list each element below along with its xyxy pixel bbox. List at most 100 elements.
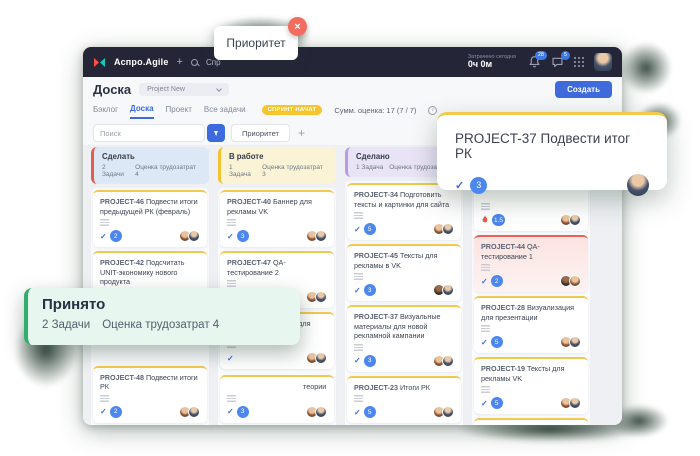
estimate-badge: 5	[364, 406, 376, 418]
estimate-badge: 2	[110, 230, 122, 242]
avatar	[442, 223, 454, 235]
page: Аспро.Agile + Спр Затрачено сегодня 0ч 0…	[0, 0, 700, 456]
filter-funnel-button[interactable]	[207, 124, 225, 142]
task-title: Итоги РК	[400, 383, 430, 392]
description-icon	[481, 264, 490, 271]
apps-grid-icon[interactable]	[574, 57, 584, 67]
task-card[interactable]: PROJECT-16Подвести итоги РК ✓	[474, 418, 588, 425]
checkmark-icon: ✓	[100, 407, 107, 416]
column-estimate: Оценка трудозатрат 3	[262, 164, 328, 178]
checkmark-icon: ✓	[354, 408, 361, 417]
info-icon[interactable]: i	[428, 106, 437, 115]
description-icon	[227, 395, 236, 402]
page-title: Доска	[93, 82, 131, 97]
project-select[interactable]: Project New	[139, 83, 229, 96]
avatar	[315, 406, 327, 418]
column-header[interactable]: Сделать 2 Задачи Оценка трудозатрат 4	[91, 147, 209, 184]
add-icon[interactable]: +	[177, 57, 183, 68]
task-id: PROJECT-34	[354, 190, 398, 199]
tab-all-tasks[interactable]: Все задачи	[204, 102, 246, 118]
task-popup[interactable]: PROJECT-37 Подвести итог РК ✓ 3	[437, 112, 667, 190]
task-card[interactable]: PROJECT-45Тексты для рекламы в VK ✓ 3	[347, 244, 461, 301]
app-header: Аспро.Agile + Спр Затрачено сегодня 0ч 0…	[83, 47, 622, 77]
accepted-title: Принято	[42, 296, 286, 313]
task-card[interactable]: PROJECT-28Визуализация для презентации ✓…	[474, 296, 588, 353]
avatar	[442, 406, 454, 418]
task-card[interactable]: PROJECT-46Подвести итоги предыдущей РК (…	[93, 190, 207, 247]
task-id: PROJECT-46	[100, 197, 144, 206]
tab-backlog[interactable]: Бэклог	[93, 102, 118, 118]
description-icon	[354, 395, 363, 402]
avatar	[627, 174, 649, 196]
checkmark-icon: ✓	[100, 232, 107, 241]
avatar	[315, 230, 327, 242]
task-card[interactable]: теории ✓ 3	[220, 375, 334, 423]
description-icon	[100, 395, 109, 402]
estimate-badge: 1.5	[492, 214, 505, 226]
task-card[interactable]: PROJECT-23Итоги РК ✓ 5	[347, 376, 461, 424]
checkmark-icon: ✓	[354, 356, 361, 365]
time-spent-value: 0ч 0м	[468, 60, 516, 70]
task-card[interactable]: PROJECT-40Баннер для рекламы VK ✓ 3	[220, 190, 334, 247]
accepted-column-overlay[interactable]: Принято 2 Задачи Оценка трудозатрат 4	[24, 288, 300, 345]
description-icon	[354, 344, 363, 351]
messages-icon[interactable]: 5	[551, 55, 564, 69]
column-header[interactable]: В работе 1 Задача Оценка трудозатрат 3	[218, 147, 336, 184]
checkmark-icon: ✓	[227, 354, 234, 363]
estimate-badge: 3	[237, 230, 249, 242]
checkmark-icon: ✓	[227, 407, 234, 416]
column-name: В работе	[229, 152, 328, 161]
notifications-bell-icon[interactable]: 28	[528, 55, 541, 69]
user-avatar[interactable]	[594, 53, 612, 71]
funnel-icon	[213, 129, 219, 138]
task-card[interactable]: PROJECT-19Тексты для рекламы VK ✓ 5	[474, 357, 588, 414]
add-filter-button[interactable]: +	[296, 127, 307, 139]
priority-tooltip-label: Приоритет	[226, 36, 285, 50]
description-icon	[354, 212, 363, 219]
accepted-estimate: Оценка трудозатрат 4	[102, 319, 219, 331]
checkmark-icon: ✓	[227, 232, 234, 241]
app-name: Аспро.Agile	[114, 57, 169, 67]
messages-badge: 5	[561, 51, 570, 60]
task-card[interactable]: PROJECT-48Подвести итоги РК ✓ 2	[93, 366, 207, 423]
description-icon	[354, 273, 363, 280]
task-card[interactable]: PROJECT-34Подготовить тексты и картинки …	[347, 183, 461, 240]
sprint-summary: Сумм. оценка: 17 (7 / 7)	[334, 106, 416, 115]
board-header: Доска Project New Создать	[83, 77, 622, 101]
column-task-count: 1 Задача	[356, 164, 383, 171]
estimate-badge: 2	[110, 406, 122, 418]
avatar	[315, 291, 327, 303]
estimate-badge: 5	[491, 397, 503, 409]
close-icon[interactable]: ×	[288, 17, 307, 36]
description-icon	[227, 280, 236, 287]
checkmark-icon: ✓	[481, 338, 488, 347]
task-id: PROJECT-23	[354, 383, 398, 392]
task-card[interactable]: PROJECT-37Визуальные материалы для новой…	[347, 305, 461, 372]
estimate-badge: 5	[491, 336, 503, 348]
task-id: PROJECT-28	[481, 303, 525, 312]
estimate-badge: 2	[491, 275, 503, 287]
description-icon	[481, 203, 490, 210]
description-icon	[227, 219, 236, 226]
notifications-badge: 28	[535, 51, 547, 60]
checkmark-icon: ✓	[455, 179, 464, 192]
priority-filter-button[interactable]: Приоритет	[231, 124, 290, 142]
description-icon	[100, 219, 109, 226]
task-popup-title: PROJECT-37 Подвести итог РК	[455, 131, 649, 161]
column-task-count: 1 Задача	[229, 164, 256, 178]
avatar	[442, 284, 454, 296]
task-id: PROJECT-42	[100, 258, 144, 267]
search-icon[interactable]	[191, 59, 198, 66]
create-button[interactable]: Создать	[555, 81, 612, 98]
description-icon	[481, 325, 490, 332]
checkmark-icon: ✓	[481, 277, 488, 286]
search-input[interactable]	[93, 124, 205, 142]
time-spent: Затрачено сегодня 0ч 0м	[468, 54, 516, 70]
accepted-task-count: 2 Задачи	[42, 319, 90, 331]
tab-board[interactable]: Доска	[130, 101, 153, 119]
tab-project[interactable]: Проект	[166, 102, 192, 118]
task-card-highlighted[interactable]: PROJECT-44QA-тестирование 1 ✓ 2	[474, 235, 588, 292]
avatar	[569, 214, 581, 226]
task-id: PROJECT-44	[481, 242, 525, 251]
task-id: PROJECT-48	[100, 373, 144, 382]
